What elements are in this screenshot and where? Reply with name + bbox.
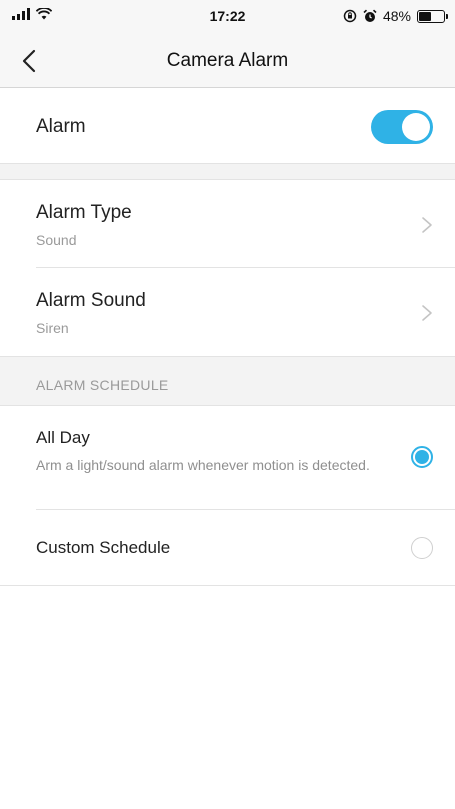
- option-description: Arm a light/sound alarm whenever motion …: [36, 457, 370, 473]
- chevron-right-icon: [422, 217, 432, 233]
- alarm-type-title: Alarm Type: [36, 202, 132, 223]
- alarm-toggle-row: Alarm: [0, 88, 455, 164]
- section-spacer: [0, 164, 455, 180]
- section-header-label: ALARM SCHEDULE: [36, 377, 169, 393]
- radio-button-custom-schedule[interactable]: [411, 537, 433, 559]
- schedule-option-all-day[interactable]: All Day Arm a light/sound alarm whenever…: [0, 406, 455, 510]
- alarm-label: Alarm: [36, 116, 86, 137]
- alarm-sound-value: Siren: [36, 320, 69, 336]
- rotation-lock-icon: [343, 9, 357, 23]
- alarm-clock-icon: [363, 9, 377, 22]
- schedule-option-custom[interactable]: Custom Schedule: [0, 510, 455, 586]
- battery-percentage: 48%: [382, 8, 411, 24]
- alarm-sound-title: Alarm Sound: [36, 290, 146, 311]
- page-title: Camera Alarm: [166, 50, 289, 71]
- battery-fill: [419, 11, 431, 21]
- chevron-right-icon: [422, 305, 432, 321]
- alarm-sound-row[interactable]: Alarm Sound Siren: [0, 268, 455, 356]
- battery-icon: [417, 9, 448, 23]
- alarm-schedule-header: ALARM SCHEDULE: [0, 356, 455, 406]
- radio-button-all-day[interactable]: [411, 446, 433, 468]
- option-title: All Day: [36, 428, 90, 447]
- option-title: Custom Schedule: [36, 538, 171, 557]
- status-bar: 17:22 48%: [0, 0, 455, 34]
- navigation-bar: Camera Alarm: [0, 34, 455, 88]
- toggle-knob: [402, 113, 430, 141]
- alarm-type-value: Sound: [36, 232, 77, 248]
- status-right: 48%: [343, 8, 448, 24]
- alarm-toggle-switch[interactable]: [371, 110, 433, 144]
- alarm-type-row[interactable]: Alarm Type Sound: [0, 180, 455, 268]
